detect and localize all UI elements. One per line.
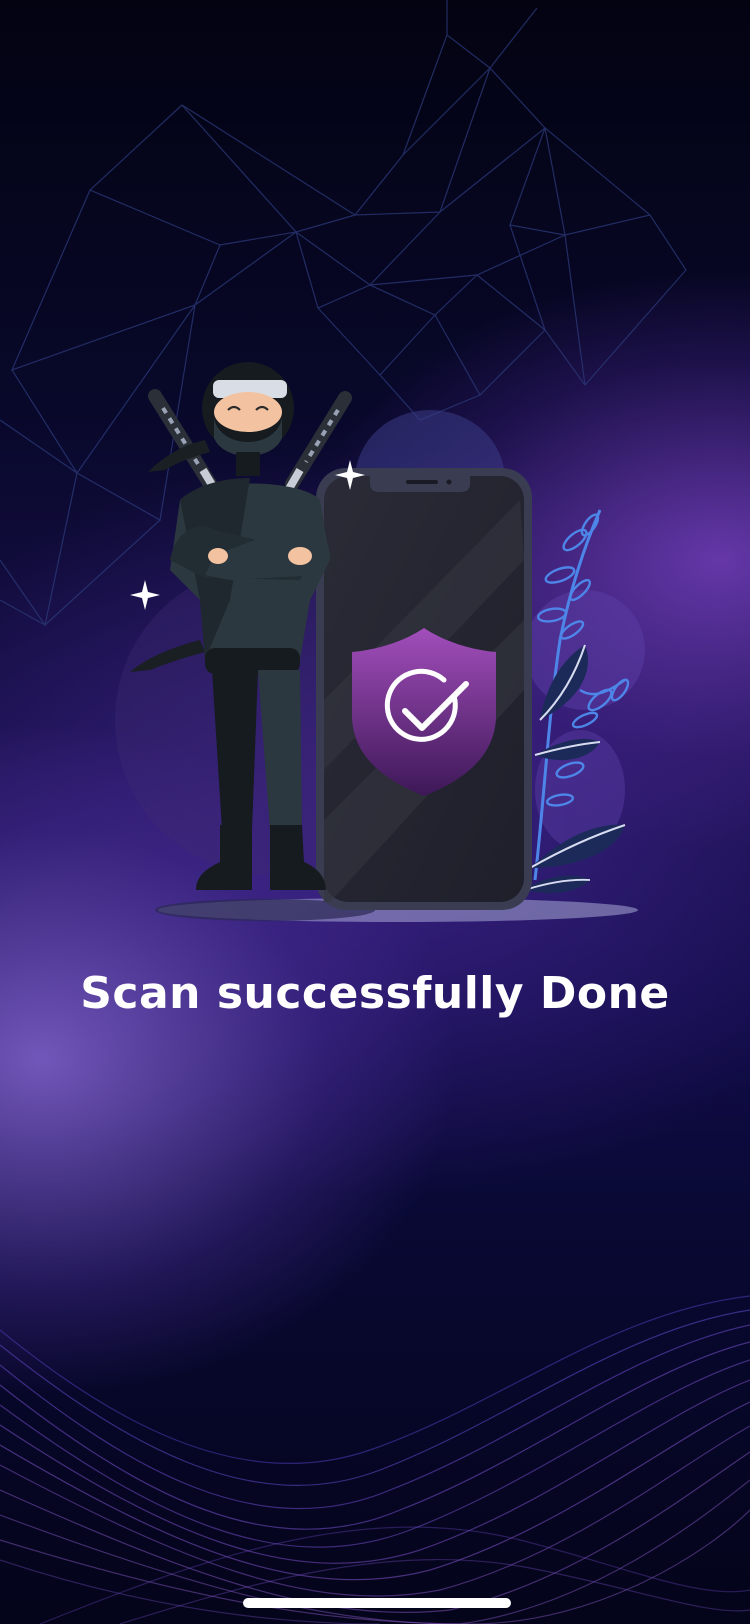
hero-illustration [115, 362, 645, 922]
home-indicator[interactable] [243, 1598, 511, 1608]
scan-success-screen: Scan successfully Done [0, 0, 750, 1624]
scan-success-title: Scan successfully Done [80, 968, 670, 1019]
